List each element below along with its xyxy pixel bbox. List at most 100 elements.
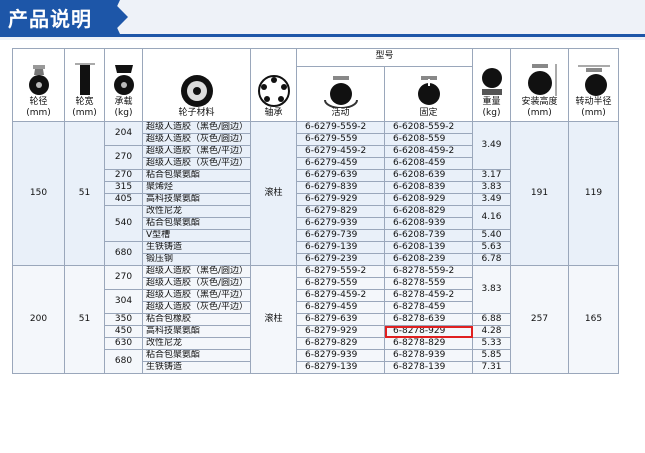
weight-cell: 5.33 xyxy=(472,337,511,350)
swivel-code-cell: 6-8279-459 xyxy=(296,301,385,314)
material-cell: V型槽 xyxy=(142,229,251,242)
col-wheel-dia: 轮径 (mm) xyxy=(12,48,65,122)
fixed-code-cell: 6-6208-139 xyxy=(384,241,473,254)
swivel-code-cell: 6-8279-459-2 xyxy=(296,289,385,302)
material-cell: 超级人造胶（黑色/圆边） xyxy=(142,121,251,134)
weight-cell: 4.16 xyxy=(472,205,511,230)
material-cell: 改性尼龙 xyxy=(142,337,251,350)
material-cell: 超级人造胶（灰色/圆边） xyxy=(142,133,251,146)
load-cell: 680 xyxy=(104,349,143,374)
header-title: 产品说明 xyxy=(8,7,92,31)
col-bearing-label: 轴承 xyxy=(264,108,283,118)
fixed-code-cell: 6-6208-559-2 xyxy=(384,121,473,134)
swivel-code-cell: 6-6279-459 xyxy=(296,157,385,170)
weight-cell: 3.83 xyxy=(472,265,511,314)
spec-table: 轮径 (mm) 轮宽 (mm) 承载 (kg) 轮子材料 轴承 型号 重量 (k… xyxy=(12,48,619,374)
weight-cell: 5.63 xyxy=(472,241,511,254)
load-cell: 304 xyxy=(104,289,143,314)
wheel-width-cell: 51 xyxy=(64,265,105,374)
load-cell: 270 xyxy=(104,145,143,170)
col-bearing: 轴承 xyxy=(250,48,297,122)
bearing-icon xyxy=(257,75,290,107)
material-cell: 锻压钢 xyxy=(142,253,251,266)
fixed-code-cell: 6-8278-559-2 xyxy=(384,265,473,278)
col-wheel-width-label: 轮宽 (mm) xyxy=(72,97,97,118)
weight-cell: 4.28 xyxy=(472,325,511,338)
fixed-code-cell: 6-6208-639 xyxy=(384,169,473,182)
header-underline xyxy=(0,34,645,37)
material-cell: 超级人造胶（黑色/平边） xyxy=(142,289,251,302)
fixed-code-cell: 6-6208-939 xyxy=(384,217,473,230)
col-swivel: 活动 xyxy=(296,66,385,122)
col-radius: 转动半径 (mm) xyxy=(568,48,619,122)
load-cell: 270 xyxy=(104,265,143,290)
height-cell: 191 xyxy=(510,121,569,266)
swivel-code-cell: 6-6279-639 xyxy=(296,169,385,182)
material-cell: 生铁铸造 xyxy=(142,241,251,254)
wheel-dia-cell: 200 xyxy=(12,265,65,374)
swivel-code-cell: 6-8279-939 xyxy=(296,349,385,362)
fixed-code-cell: 6-8278-459-2 xyxy=(384,289,473,302)
swivel-code-cell: 6-6279-939 xyxy=(296,217,385,230)
fixed-code-cell: 6-6208-559 xyxy=(384,133,473,146)
swivel-code-cell: 6-6279-839 xyxy=(296,181,385,194)
swivel-caster-icon xyxy=(323,76,358,108)
load-cell: 204 xyxy=(104,121,143,146)
material-cell: 超级人造胶（灰色/圆边） xyxy=(142,277,251,290)
swivel-code-cell: 6-6279-929 xyxy=(296,193,385,206)
fixed-code-cell: 6-8278-639 xyxy=(384,313,473,326)
fixed-code-cell: 6-8278-559 xyxy=(384,277,473,290)
swivel-code-cell: 6-6279-459-2 xyxy=(296,145,385,158)
weight-cell: 3.17 xyxy=(472,169,511,182)
swivel-code-cell: 6-8279-829 xyxy=(296,337,385,350)
material-cell: 粘合包聚氨酯 xyxy=(142,169,251,182)
col-weight-label: 重量 (kg) xyxy=(482,97,501,118)
fixed-code-cell: 6-8278-939 xyxy=(384,349,473,362)
col-wheel-width: 轮宽 (mm) xyxy=(64,48,105,122)
col-load-label: 承载 (kg) xyxy=(114,97,133,118)
material-cell: 聚烯烃 xyxy=(142,181,251,194)
swivel-code-cell: 6-8279-139 xyxy=(296,361,385,374)
radius-cell: 119 xyxy=(568,121,619,266)
fixed-caster-icon xyxy=(417,76,440,105)
weight-cell: 3.49 xyxy=(472,193,511,206)
weight-icon xyxy=(113,65,134,95)
header-arrow-shape xyxy=(100,0,128,34)
material-cell: 超级人造胶（灰色/平边） xyxy=(142,301,251,314)
weight-cell: 6.88 xyxy=(472,313,511,326)
fixed-code-cell: 6-6208-239 xyxy=(384,253,473,266)
fixed-code-cell-highlighted: 6-8278-929 xyxy=(384,325,473,338)
wheel-material-icon xyxy=(180,75,213,107)
material-cell: 粘合包聚氨酯 xyxy=(142,349,251,362)
swivel-radius-icon xyxy=(577,65,610,96)
fixed-code-cell: 6-6208-929 xyxy=(384,193,473,206)
bearing-cell: 滚柱 xyxy=(250,265,297,374)
height-cell: 257 xyxy=(510,265,569,374)
material-cell: 超级人造胶（黑色/平边） xyxy=(142,145,251,158)
load-cell: 680 xyxy=(104,241,143,266)
material-cell: 超级人造胶（黑色/圆边） xyxy=(142,265,251,278)
group-200: 200 51 270 超级人造胶（黑色/圆边） 滚柱 6-8279-559-2 … xyxy=(12,265,619,374)
fixed-code-cell: 6-6208-829 xyxy=(384,205,473,218)
weight-cell: 3.49 xyxy=(472,121,511,170)
col-height: 安装高度 (mm) xyxy=(510,48,569,122)
wheel-dia-cell: 150 xyxy=(12,121,65,266)
swivel-code-cell: 6-8279-929 xyxy=(296,325,385,338)
bearing-cell: 滚柱 xyxy=(250,121,297,266)
wheel-width-icon xyxy=(74,63,95,95)
material-cell: 超级人造胶（灰色/平边） xyxy=(142,157,251,170)
material-cell: 高科技聚氨酯 xyxy=(142,325,251,338)
swivel-code-cell: 6-8279-559 xyxy=(296,277,385,290)
material-cell: 生铁铸造 xyxy=(142,361,251,374)
table-row: 150 51 204 超级人造胶（黑色/圆边） 滚柱 6-6279-559-2 … xyxy=(12,121,619,266)
load-cell: 315 xyxy=(104,181,143,194)
col-weight: 重量 (kg) xyxy=(472,48,511,122)
load-cell: 540 xyxy=(104,205,143,242)
mount-height-icon xyxy=(527,64,556,96)
caster-icon xyxy=(28,65,49,95)
col-fixed: 固定 xyxy=(384,66,473,122)
swivel-code-cell: 6-6279-559-2 xyxy=(296,121,385,134)
col-material-label: 轮子材料 xyxy=(178,108,215,118)
col-material: 轮子材料 xyxy=(142,48,251,122)
fixed-code-cell: 6-6208-459 xyxy=(384,157,473,170)
